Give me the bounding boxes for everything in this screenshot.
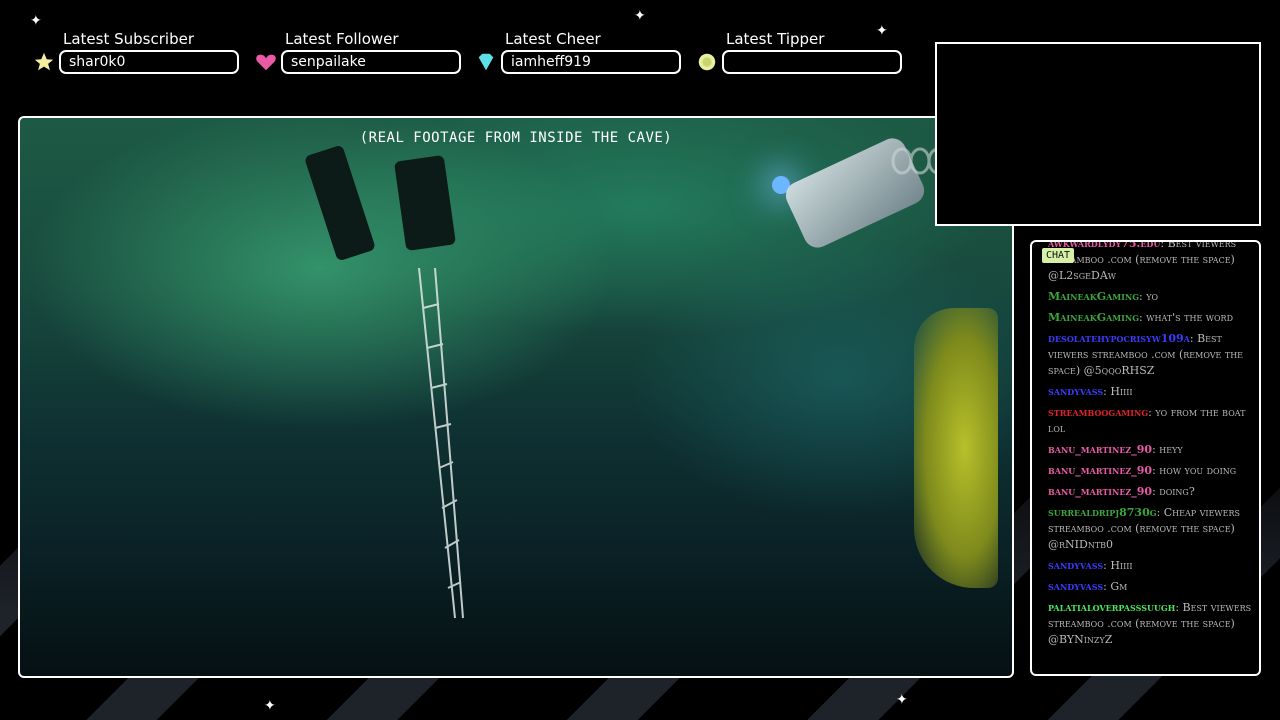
chat-username[interactable]: palatialoverpasssuugh [1048,601,1175,614]
chat-message: sandyvass: Hiiii [1048,384,1258,400]
stat-title: Latest Cheer [505,30,601,48]
chat-message: banu_martinez_90: how you doing [1048,463,1258,479]
stat-value: shar0k0 [59,50,239,74]
stat-title: Latest Follower [285,30,399,48]
sparkle-icon: ✦ [634,8,646,24]
chat-username[interactable]: banu_martinez_90 [1048,485,1152,498]
stat-value: senpailake [281,50,461,74]
chat-text: how you doing [1159,464,1237,477]
stat-title: Latest Subscriber [63,30,194,48]
chat-message: MaineakGaming: what's the word [1048,310,1258,326]
chat-text: yo [1146,290,1159,303]
robot-arm [393,154,457,252]
chat-text: Gm [1110,580,1128,593]
chat-username[interactable]: MaineakGaming [1048,311,1139,324]
robot-arm [303,144,377,262]
coin-icon [698,53,716,71]
chat-message: banu_martinez_90: heyy [1048,442,1258,458]
sparkle-icon: ✦ [30,13,42,29]
chat-message: awkwardlydy75.edu: Best viewers streambo… [1048,240,1258,284]
chat-username[interactable]: sandyvass [1048,385,1103,398]
chat-message: sandyvass: Hiiii [1048,558,1258,574]
chat-separator: : [1156,506,1164,519]
chat-text: what's the word [1146,311,1233,324]
heart-icon [256,54,276,71]
chat-separator: : [1175,601,1183,614]
chat-username[interactable]: banu_martinez_90 [1048,464,1152,477]
stat-title: Latest Tipper [726,30,825,48]
ladder-graphic [418,268,464,619]
chat-message: streamboogaming: yo from the boat lol [1048,405,1258,437]
diamond-icon [478,53,494,71]
chat-message: banu_martinez_90: doing? [1048,484,1258,500]
chat-message-list: awkwardlydy75.edu: Best viewers streambo… [1048,240,1258,653]
sparkle-icon: ✦ [896,692,908,708]
chat-tag: CHAT [1042,248,1075,263]
chat-text: Hiiii [1110,559,1133,572]
stat-value: iamheff919 [501,50,681,74]
chat-text: Hiiii [1110,385,1133,398]
star-icon [34,52,54,71]
chat-panel[interactable]: awkwardlydy75.edu: Best viewers streambo… [1030,240,1261,676]
chat-message: MaineakGaming: yo [1048,289,1258,305]
chat-username[interactable]: streamboogaming [1048,406,1148,419]
chat-text: heyy [1159,443,1183,456]
chat-message: desolatehypocrisyw109a: Best viewers str… [1048,331,1258,379]
chat-username[interactable]: sandyvass [1048,559,1103,572]
yellow-object [914,308,998,588]
chat-text: doing? [1159,485,1195,498]
video-player[interactable]: (REAL FOOTAGE FROM INSIDE THE CAVE) [18,116,1014,678]
chat-username[interactable]: surrealdripj8730g [1048,506,1157,519]
chat-separator: : [1160,240,1168,250]
chat-username[interactable]: banu_martinez_90 [1048,443,1152,456]
chat-username[interactable]: desolatehypocrisyw109a [1048,332,1190,345]
sparkle-icon: ✦ [876,23,888,39]
chat-username[interactable]: MaineakGaming [1048,290,1139,303]
video-caption: (REAL FOOTAGE FROM INSIDE THE CAVE) [359,130,673,146]
sparkle-icon: ✦ [264,698,276,714]
chat-message: palatialoverpasssuugh: Best viewers stre… [1048,600,1258,648]
chat-username[interactable]: sandyvass [1048,580,1103,593]
chat-message: surrealdripj8730g: Cheap viewers streamb… [1048,505,1258,553]
chat-separator: : [1189,332,1198,345]
stat-value [722,50,902,74]
chat-message: sandyvass: Gm [1048,579,1258,595]
webcam-frame [935,42,1261,226]
